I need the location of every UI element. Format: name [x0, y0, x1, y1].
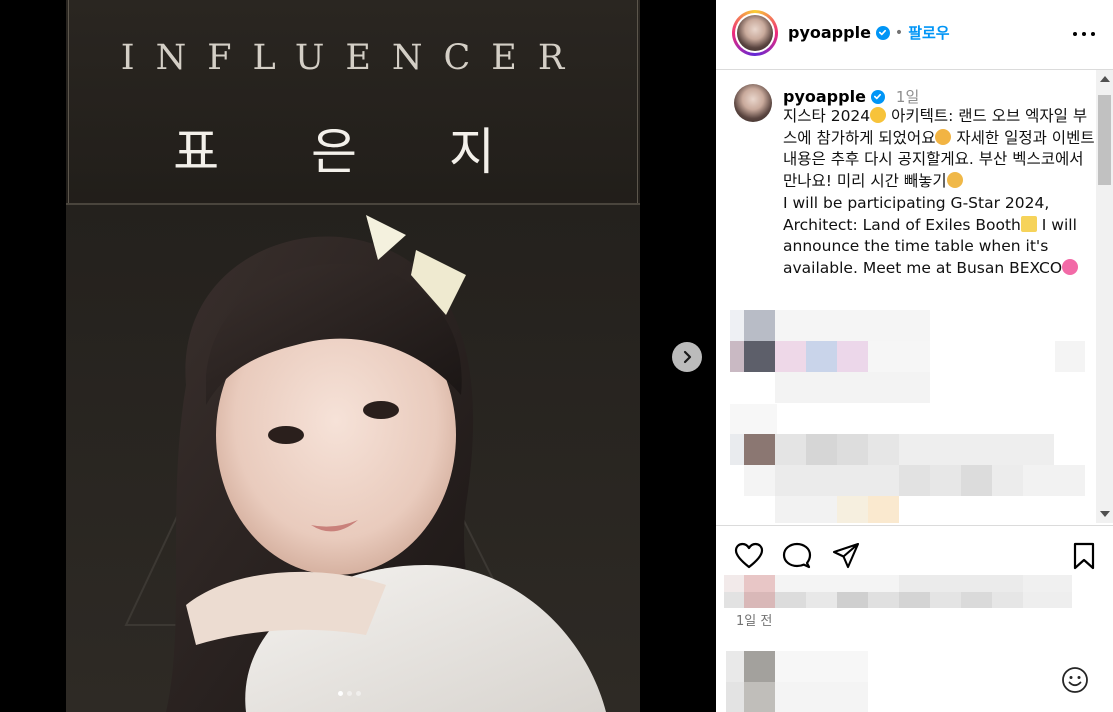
comments-scroll-area[interactable]: pyoapple 1일 지스타 2024 아키텍트: 랜드 오브 엑자일 부스에… — [716, 70, 1113, 523]
sparkles-emoji-icon — [1020, 215, 1037, 232]
header-user: pyoapple • 팔로우 — [788, 22, 950, 43]
flushed-emoji-icon — [935, 128, 952, 145]
poster-name: 표 은 지 — [173, 123, 533, 181]
post-date[interactable]: 1일 전 — [736, 610, 772, 629]
post-viewer: INFLUENCER 표 은 지 pyoapple • 팔로우 pyoapple… — [0, 0, 1113, 712]
scroll-down-icon[interactable] — [1100, 511, 1110, 517]
send-icon — [832, 542, 860, 569]
obscured-comment — [1055, 341, 1085, 372]
avatar-image — [737, 15, 773, 51]
carousel-next-button[interactable] — [672, 342, 702, 372]
poster-label: INFLUENCER — [120, 38, 586, 78]
carousel-dot-2 — [347, 691, 352, 696]
more-horizontal-icon — [1073, 32, 1077, 36]
star-emoji-icon — [870, 107, 887, 123]
more-dot — [1082, 32, 1086, 36]
bookmark-icon — [1073, 542, 1095, 570]
scrollbar-thumb[interactable] — [1098, 95, 1111, 185]
obscured-comment — [730, 404, 777, 435]
save-button[interactable] — [1072, 542, 1096, 574]
more-options-button[interactable] — [1073, 24, 1095, 44]
post-side-panel: pyoapple • 팔로우 pyoapple 1일 지스타 2024 아키텍트… — [716, 0, 1113, 712]
comment-button[interactable] — [782, 542, 812, 574]
caption-time[interactable]: 1일 — [896, 86, 919, 107]
caption-ko-1: 지스타 2024 — [783, 107, 871, 125]
caption-text: 지스타 2024 아키텍트: 랜드 오브 엑자일 부스에 참가하게 되었어요 자… — [783, 106, 1095, 280]
share-button[interactable] — [832, 542, 860, 574]
caption-avatar[interactable] — [734, 84, 772, 122]
obscured-comment — [730, 310, 930, 404]
like-button[interactable] — [734, 542, 764, 574]
post-header: pyoapple • 팔로우 — [716, 0, 1113, 70]
smiley-icon — [1062, 667, 1088, 693]
carousel-dot-1 — [338, 691, 343, 696]
heart-emoji-icon — [1062, 258, 1079, 275]
emoji-picker-button[interactable] — [1061, 666, 1089, 698]
scroll-up-icon[interactable] — [1100, 76, 1110, 82]
verified-badge-icon — [875, 25, 890, 40]
caption-username[interactable]: pyoapple — [783, 87, 866, 106]
comment-icon — [782, 542, 812, 569]
heart-icon — [734, 542, 764, 569]
separator-dot: • — [894, 24, 904, 41]
caption-header: pyoapple 1일 — [783, 86, 919, 107]
more-dot — [1091, 32, 1095, 36]
carousel-dots — [338, 691, 361, 696]
post-image[interactable]: INFLUENCER 표 은 지 — [66, 0, 640, 712]
media-pane: INFLUENCER 표 은 지 — [0, 0, 716, 712]
follow-button[interactable]: 팔로우 — [908, 22, 949, 43]
carousel-dot-3 — [356, 691, 361, 696]
caption-en-1: I will be participating G-Star 2024, Arc… — [783, 193, 1055, 234]
obscured-likes — [724, 575, 1072, 608]
scrollbar[interactable] — [1096, 70, 1113, 523]
portrait-illustration — [66, 205, 640, 712]
avatar[interactable] — [732, 10, 778, 56]
verified-badge-icon — [870, 89, 885, 104]
obscured-comment-input — [726, 651, 868, 712]
chevron-right-icon — [683, 350, 692, 364]
smile-emoji-icon — [946, 172, 963, 189]
username-link[interactable]: pyoapple — [788, 23, 871, 42]
obscured-comment — [730, 434, 1085, 523]
